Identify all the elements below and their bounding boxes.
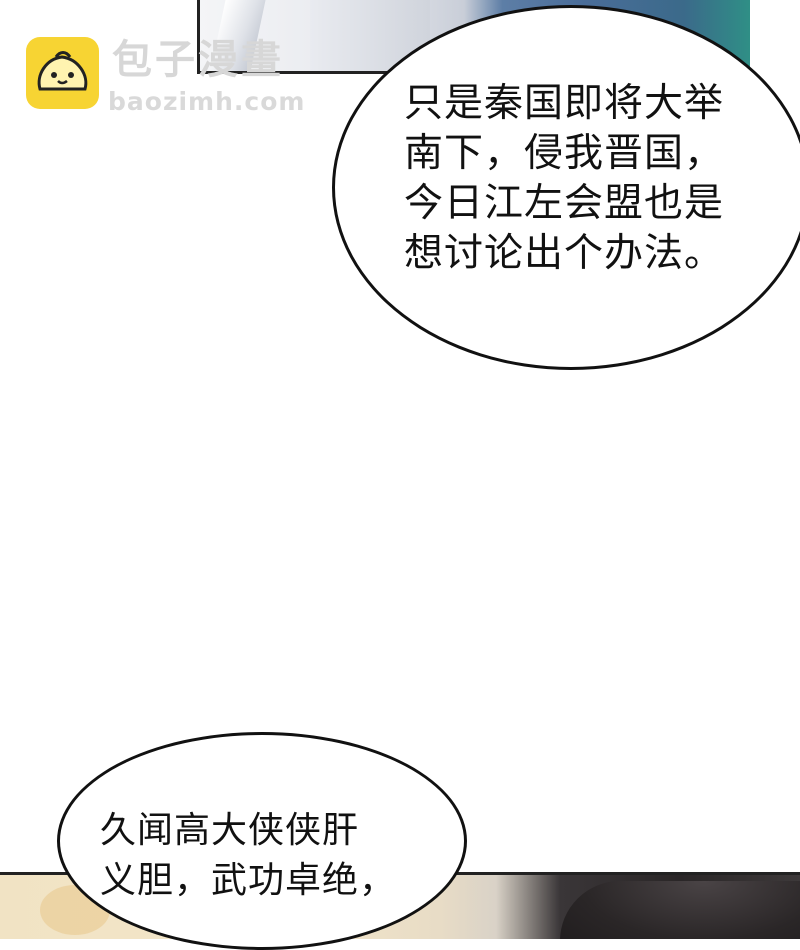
speech-bubble-text: 久闻高大侠侠肝 义胆，武功卓绝， (100, 810, 397, 901)
character-hair (560, 881, 800, 939)
watermark-url: baozimh.com (108, 87, 306, 116)
steamed-bun-mascot-icon (26, 37, 99, 109)
speech-bubble-text: 只是秦国即将大举 南下，侵我晋国， 今日江左会盟也是 想讨论出个办法。 (404, 81, 725, 276)
watermark-name: 包子漫畫 (112, 37, 284, 83)
